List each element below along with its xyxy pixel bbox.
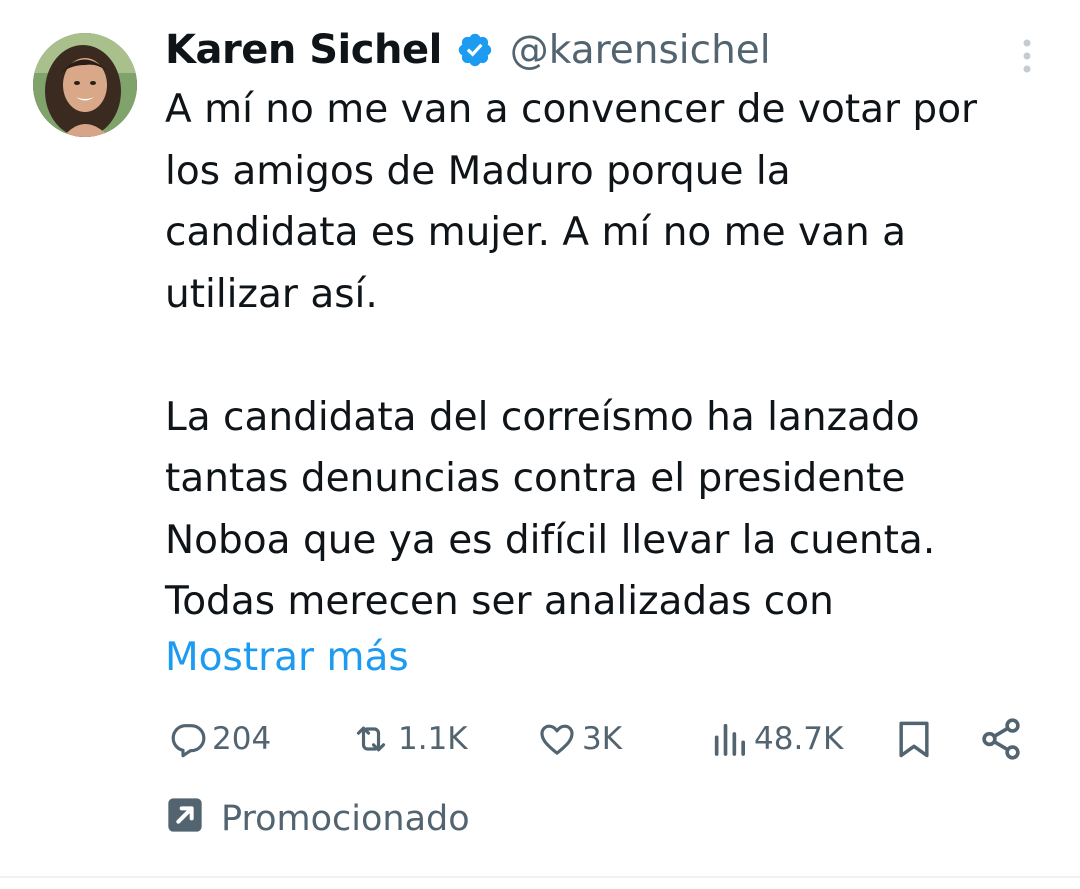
more-options-icon[interactable] bbox=[1014, 36, 1040, 76]
avatar[interactable] bbox=[33, 33, 137, 137]
heart-icon bbox=[536, 719, 578, 759]
reply-button[interactable]: 204 bbox=[168, 715, 271, 763]
views-icon bbox=[710, 719, 750, 759]
tweet-header: Karen Sichel @karensichel bbox=[165, 22, 771, 78]
reply-icon bbox=[168, 719, 208, 759]
tweet-card[interactable]: Karen Sichel @karensichel A mí no me van… bbox=[0, 0, 1080, 889]
tweet-line: La candidata del correísmo ha lanzado bbox=[165, 394, 920, 440]
avatar-image bbox=[33, 33, 137, 137]
promoted-arrow-icon bbox=[165, 795, 205, 844]
like-count: 3K bbox=[582, 721, 623, 757]
share-icon bbox=[978, 716, 1024, 762]
tweet-line: tantas denuncias contra el presidente bbox=[165, 456, 906, 501]
retweet-button[interactable]: 1.1K bbox=[348, 715, 468, 763]
author-name[interactable]: Karen Sichel bbox=[165, 27, 442, 73]
verified-badge-icon bbox=[456, 31, 494, 69]
tweet-line: utilizar así. bbox=[165, 271, 378, 317]
tweet-line: Noboa que ya es difícil llevar la cuenta… bbox=[165, 517, 936, 563]
tweet-line: Todas merecen ser analizadas con bbox=[165, 579, 834, 624]
tweet-line: los amigos de Maduro porque la bbox=[165, 148, 791, 194]
tweet-line: candidata es mujer. A mí no me van a bbox=[165, 210, 907, 255]
tweet-line: A mí no me van a convencer de votar por bbox=[165, 87, 978, 132]
author-handle[interactable]: @karensichel bbox=[510, 28, 771, 73]
tweet-text: A mí no me van a convencer de votar por … bbox=[165, 79, 1045, 633]
bookmark-icon bbox=[892, 717, 936, 761]
bookmark-button[interactable] bbox=[892, 715, 936, 763]
like-button[interactable]: 3K bbox=[536, 715, 622, 763]
retweet-count: 1.1K bbox=[398, 721, 468, 757]
promoted-label[interactable]: Promocionado bbox=[165, 795, 470, 843]
action-bar: 204 1.1K 3K 48.7K bbox=[0, 715, 1080, 763]
share-button[interactable] bbox=[978, 715, 1024, 763]
divider bbox=[0, 876, 1080, 878]
views-count: 48.7K bbox=[754, 721, 844, 757]
reply-count: 204 bbox=[212, 721, 272, 757]
retweet-icon bbox=[348, 719, 394, 759]
promoted-text: Promocionado bbox=[221, 799, 470, 839]
views-button[interactable]: 48.7K bbox=[710, 715, 843, 763]
show-more-link[interactable]: Mostrar más bbox=[165, 627, 409, 688]
